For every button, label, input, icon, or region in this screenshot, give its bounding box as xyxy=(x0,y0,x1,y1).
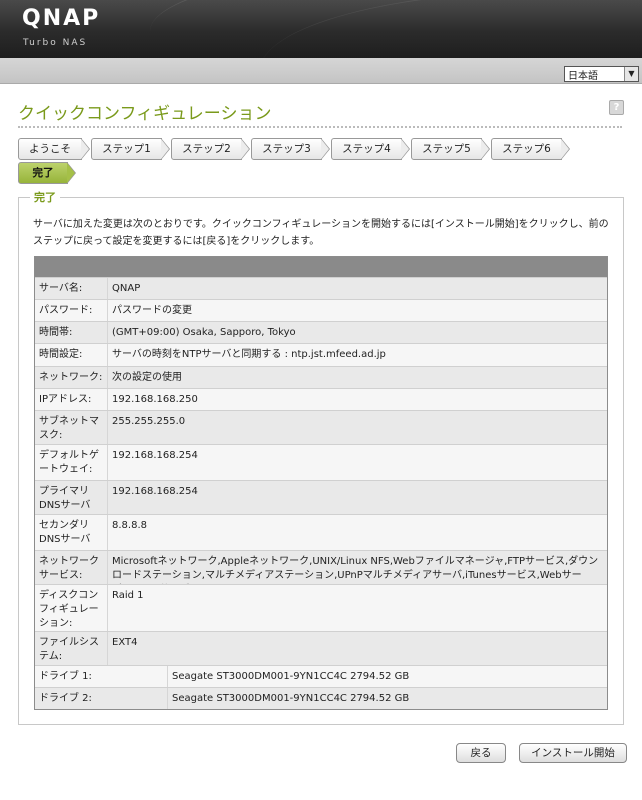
row-value: Seagate ST3000DM001-9YN1CC4C 2794.52 GB xyxy=(172,671,410,682)
row-value: 255.255.255.0 xyxy=(112,416,186,427)
table-row: IPアドレス: 192.168.168.250 xyxy=(35,388,607,410)
table-row: ファイルシステム: EXT4 xyxy=(35,631,607,665)
step-complete[interactable]: 完了 xyxy=(18,162,76,184)
table-row: プライマリDNSサーバ 192.168.168.254 xyxy=(35,480,607,514)
row-label: ドライブ 2: xyxy=(39,693,92,704)
row-value: Seagate ST3000DM001-9YN1CC4C 2794.52 GB xyxy=(172,693,410,704)
row-label: サーバ名: xyxy=(39,283,83,294)
install-start-button[interactable]: インストール開始 xyxy=(519,743,627,763)
chevron-down-icon[interactable]: ▼ xyxy=(624,67,638,81)
table-header xyxy=(35,257,607,277)
summary-table: サーバ名: QNAP パスワード: パスワードの変更 時間帯: (GMT+09:… xyxy=(34,256,608,710)
step-3[interactable]: ステップ3 xyxy=(251,138,330,160)
row-value: QNAP xyxy=(112,283,141,294)
page-title: クイックコンフィギュレーション xyxy=(18,104,272,124)
row-label: ドライブ 1: xyxy=(39,671,92,682)
row-label: サブネットマスク: xyxy=(39,416,99,441)
table-row: サーバ名: QNAP xyxy=(35,277,607,299)
table-row: ネットワーク: 次の設定の使用 xyxy=(35,366,607,388)
row-label: ネットワーク: xyxy=(39,372,103,383)
row-value: 192.168.168.254 xyxy=(112,450,198,461)
table-row: 時間帯: (GMT+09:00) Osaka, Sapporo, Tokyo xyxy=(35,321,607,343)
language-bar xyxy=(0,58,642,84)
app-header: QNAP Turbo NAS xyxy=(0,0,642,58)
table-row: パスワード: パスワードの変更 xyxy=(35,299,607,321)
row-label: ネットワークサービス: xyxy=(39,556,99,581)
title-divider xyxy=(18,126,622,128)
table-row: サブネットマスク: 255.255.255.0 xyxy=(35,410,607,444)
language-select[interactable]: 日本語 ▼ xyxy=(564,66,639,82)
step-5[interactable]: ステップ5 xyxy=(411,138,490,160)
row-value: (GMT+09:00) Osaka, Sapporo, Tokyo xyxy=(112,327,296,338)
table-row: ドライブ 2: Seagate ST3000DM001-9YN1CC4C 279… xyxy=(35,687,607,709)
row-label: パスワード: xyxy=(39,305,93,316)
table-row: 時間設定: サーバの時刻をNTPサーバと同期する : ntp.jst.mfeed… xyxy=(35,343,607,366)
row-value: 192.168.168.250 xyxy=(112,394,198,405)
row-label: セカンダリDNSサーバ xyxy=(39,520,91,545)
row-value: EXT4 xyxy=(112,637,138,648)
row-value: 次の設定の使用 xyxy=(112,372,182,383)
row-label: デフォルトゲートウェイ: xyxy=(39,450,99,475)
help-icon[interactable]: ? xyxy=(609,100,624,115)
row-label: 時間設定: xyxy=(39,349,83,360)
table-row: ネットワークサービス: Microsoftネットワーク,Appleネットワーク,… xyxy=(35,550,607,595)
qnap-logo: QNAP xyxy=(22,6,101,31)
row-value: 192.168.168.254 xyxy=(112,486,198,497)
step-4[interactable]: ステップ4 xyxy=(331,138,410,160)
row-label: ファイルシステム: xyxy=(39,637,99,662)
row-label: ディスクコンフィギュレーション: xyxy=(39,590,99,629)
row-value: サーバの時刻をNTPサーバと同期する : ntp.jst.mfeed.ad.jp xyxy=(112,349,386,360)
step-welcome[interactable]: ようこそ xyxy=(18,138,90,160)
table-row: デフォルトゲートウェイ: 192.168.168.254 xyxy=(35,444,607,480)
step-2[interactable]: ステップ2 xyxy=(171,138,250,160)
product-subtitle: Turbo NAS xyxy=(23,38,88,48)
row-value: パスワードの変更 xyxy=(112,305,192,316)
back-button[interactable]: 戻る xyxy=(456,743,506,763)
step-1[interactable]: ステップ1 xyxy=(91,138,170,160)
row-label: IPアドレス: xyxy=(39,394,92,405)
table-row: ドライブ 1: Seagate ST3000DM001-9YN1CC4C 279… xyxy=(35,665,607,687)
section-legend: 完了 xyxy=(30,189,60,205)
table-row: セカンダリDNSサーバ 8.8.8.8 xyxy=(35,514,607,550)
table-row: ディスクコンフィギュレーション: Raid 1 xyxy=(35,584,607,631)
row-value: Raid 1 xyxy=(112,590,144,601)
row-label: 時間帯: xyxy=(39,327,73,338)
row-value: 8.8.8.8 xyxy=(112,520,147,531)
row-label: プライマリDNSサーバ xyxy=(39,486,91,511)
step-6[interactable]: ステップ6 xyxy=(491,138,570,160)
language-select-value: 日本語 xyxy=(568,71,598,82)
section-description: サーバに加えた変更は次のとおりです。クイックコンフィギュレーションを開始するには… xyxy=(33,219,609,247)
